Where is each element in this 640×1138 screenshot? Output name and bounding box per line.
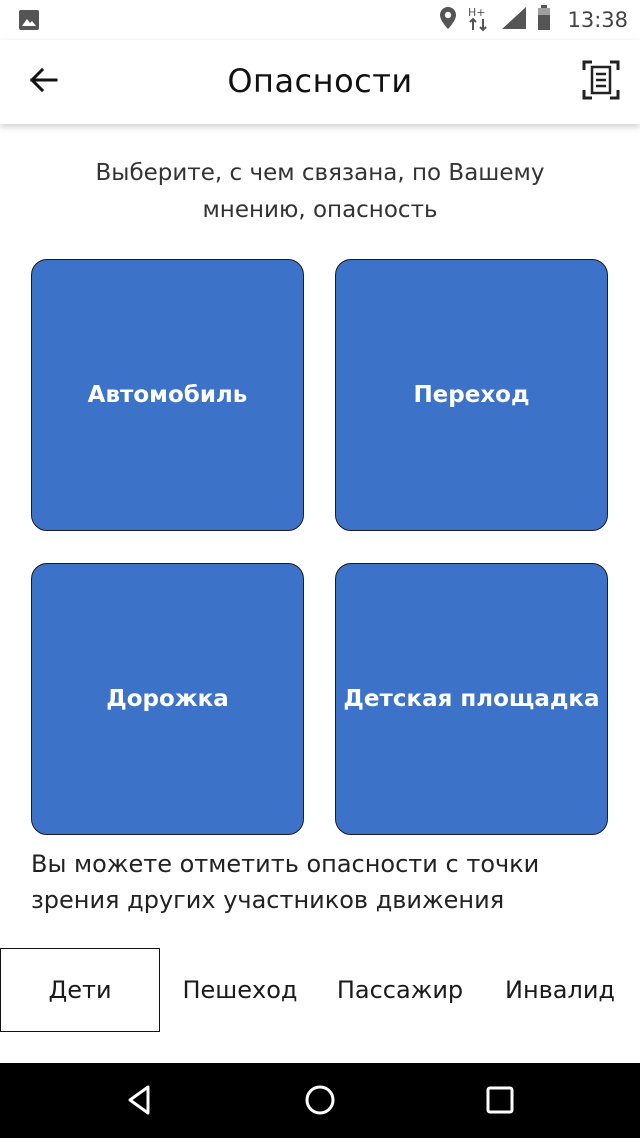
scan-document-icon xyxy=(582,60,620,100)
category-tile-label: Переход xyxy=(413,382,530,408)
scan-button[interactable] xyxy=(582,60,620,100)
category-tile-label: Автомобиль xyxy=(87,382,248,408)
status-icons: H+ 13:38 xyxy=(439,0,628,40)
tab-pedestrian[interactable]: Пешеход xyxy=(170,948,310,1032)
status-time: 13:38 xyxy=(567,8,628,32)
tab-label: Пешеход xyxy=(182,976,298,1004)
category-tile-playground[interactable]: Детская площадка xyxy=(335,563,608,835)
navigation-bar xyxy=(0,1063,640,1138)
perspective-tabs: Дети Пешеход Пассажир Инвалид xyxy=(0,948,640,1032)
tab-disabled[interactable]: Инвалид xyxy=(495,948,625,1032)
category-tile-path[interactable]: Дорожка xyxy=(31,563,304,835)
location-icon xyxy=(439,6,457,34)
recents-square-icon xyxy=(486,1086,514,1114)
nav-recents-button[interactable] xyxy=(482,1082,518,1118)
category-tile-label: Дорожка xyxy=(106,686,229,712)
tab-passenger[interactable]: Пассажир xyxy=(325,948,475,1032)
category-tile-car[interactable]: Автомобиль xyxy=(31,259,304,531)
category-tile-label: Детская площадка xyxy=(343,686,600,712)
nav-back-button[interactable] xyxy=(122,1082,158,1118)
signal-icon xyxy=(501,6,527,34)
tab-label: Инвалид xyxy=(504,976,616,1004)
gallery-icon xyxy=(18,9,40,35)
app-bar: Опасности xyxy=(0,40,640,124)
tab-children[interactable]: Дети xyxy=(0,948,160,1032)
back-triangle-icon xyxy=(128,1085,150,1115)
category-tile-crossing[interactable]: Переход xyxy=(335,259,608,531)
network-type-text: H+ xyxy=(468,6,486,19)
network-icon: H+ xyxy=(467,4,491,36)
status-bar: H+ 13:38 xyxy=(0,0,640,40)
perspective-note: Вы можете отметить опасности с точки зре… xyxy=(31,850,540,914)
tab-label: Пассажир xyxy=(336,976,464,1004)
prompt-text: Выберите, с чем связана, по Вашему мнени… xyxy=(95,160,545,223)
tab-label: Дети xyxy=(48,976,112,1004)
screen: H+ 13:38 Опасности Выберите, с чем связа… xyxy=(0,0,640,1138)
battery-icon xyxy=(537,5,551,35)
nav-home-button[interactable] xyxy=(302,1082,338,1118)
home-circle-icon xyxy=(305,1085,335,1115)
page-title: Опасности xyxy=(227,62,413,100)
